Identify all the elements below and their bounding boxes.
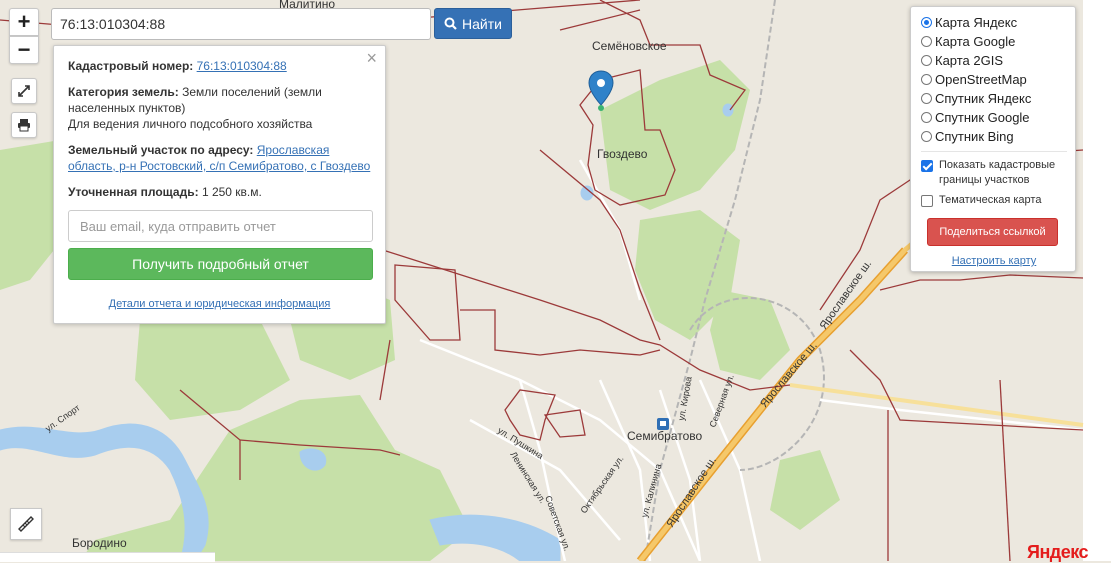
print-button[interactable] [11, 112, 37, 138]
layer-option-yandex-satellite[interactable]: Спутник Яндекс [921, 89, 1067, 108]
ruler-icon [18, 516, 34, 532]
layer-option-yandex-map[interactable]: Карта Яндекс [921, 13, 1067, 32]
layer-option-label: Спутник Bing [935, 129, 1014, 144]
fullscreen-button[interactable] [11, 78, 37, 104]
cadastral-number-label: Кадастровый номер: [68, 59, 194, 73]
share-link-button[interactable]: Поделиться ссылкой [927, 218, 1058, 246]
search-button-label: Найти [462, 15, 502, 32]
map-layers-panel: Карта Яндекс Карта Google Карта 2GIS Ope… [910, 6, 1076, 272]
report-details-link[interactable]: Детали отчета и юридическая информация [109, 298, 331, 310]
layer-option-osm[interactable]: OpenStreetMap [921, 70, 1067, 89]
radio-selected-icon[interactable] [921, 17, 932, 28]
cadastral-number-row: Кадастровый номер: 76:13:010304:88 [68, 58, 371, 74]
layer-option-label: Карта Яндекс [935, 15, 1018, 30]
radio-icon[interactable] [921, 74, 932, 85]
radio-icon[interactable] [921, 36, 932, 47]
land-category-row: Категория земель: Земли поселений (земли… [68, 84, 371, 132]
configure-map-link[interactable]: Настроить карту [952, 255, 1037, 267]
layer-option-label: Спутник Google [935, 110, 1030, 125]
cadastral-number-link[interactable]: 76:13:010304:88 [197, 59, 287, 73]
show-cadastral-label: Показать кадастровые границы участков [939, 159, 1056, 186]
get-report-button[interactable]: Получить подробный отчет [68, 248, 373, 280]
expand-icon [18, 85, 30, 97]
thematic-map-label: Тематическая карта [939, 194, 1042, 206]
address-row: Земельный участок по адресу: Ярославская… [68, 142, 371, 174]
email-field[interactable] [68, 210, 373, 242]
label-borodino: Бородино [72, 536, 127, 550]
label-gvozdevo: Гвоздево [597, 147, 648, 161]
layer-option-label: Спутник Яндекс [935, 91, 1032, 106]
zoom-in-button[interactable]: + [9, 8, 39, 36]
settings-link-container: Настроить карту [921, 255, 1067, 267]
land-category-label: Категория земель: [68, 85, 179, 99]
radio-icon[interactable] [921, 55, 932, 66]
area-row: Уточненная площадь: 1 250 кв.м. [68, 184, 371, 200]
area-label: Уточненная площадь: [68, 185, 199, 199]
checkbox-icon[interactable] [921, 195, 933, 207]
parcel-info-panel: × Кадастровый номер: 76:13:010304:88 Кат… [53, 45, 386, 324]
radio-icon[interactable] [921, 112, 932, 123]
address-label: Земельный участок по адресу: [68, 143, 254, 157]
layer-option-2gis-map[interactable]: Карта 2GIS [921, 51, 1067, 70]
radio-icon[interactable] [921, 131, 932, 142]
layer-option-label: Карта 2GIS [935, 53, 1004, 68]
layer-option-label: Карта Google [935, 34, 1016, 49]
cadastral-search-input[interactable] [51, 8, 431, 40]
search-button[interactable]: Найти [434, 8, 512, 39]
checkbox-checked-icon[interactable] [921, 160, 933, 172]
area-value: 1 250 кв.м. [201, 185, 262, 199]
radio-icon[interactable] [921, 93, 932, 104]
land-usage-value: Для ведения личного подсобного хозяйства [68, 117, 313, 131]
layer-option-google-map[interactable]: Карта Google [921, 32, 1067, 51]
show-cadastral-toggle[interactable]: Показать кадастровые границы участков [921, 158, 1067, 188]
ruler-button[interactable] [10, 508, 42, 540]
search-icon [444, 17, 457, 30]
label-semenovskoe: Семёновское [592, 39, 667, 53]
printer-icon [18, 119, 30, 132]
layer-option-bing-satellite[interactable]: Спутник Bing [921, 127, 1067, 146]
zoom-out-button[interactable]: − [9, 36, 39, 64]
label-semibratovo: Семибратово [627, 429, 703, 443]
layer-option-label: OpenStreetMap [935, 72, 1027, 87]
close-icon[interactable]: × [366, 49, 377, 67]
divider [921, 151, 1067, 152]
thematic-map-toggle[interactable]: Тематическая карта [921, 193, 1067, 208]
details-link-container: Детали отчета и юридическая информация [68, 296, 371, 312]
layer-option-google-satellite[interactable]: Спутник Google [921, 108, 1067, 127]
yandex-logo: Яндекс [1027, 542, 1089, 562]
